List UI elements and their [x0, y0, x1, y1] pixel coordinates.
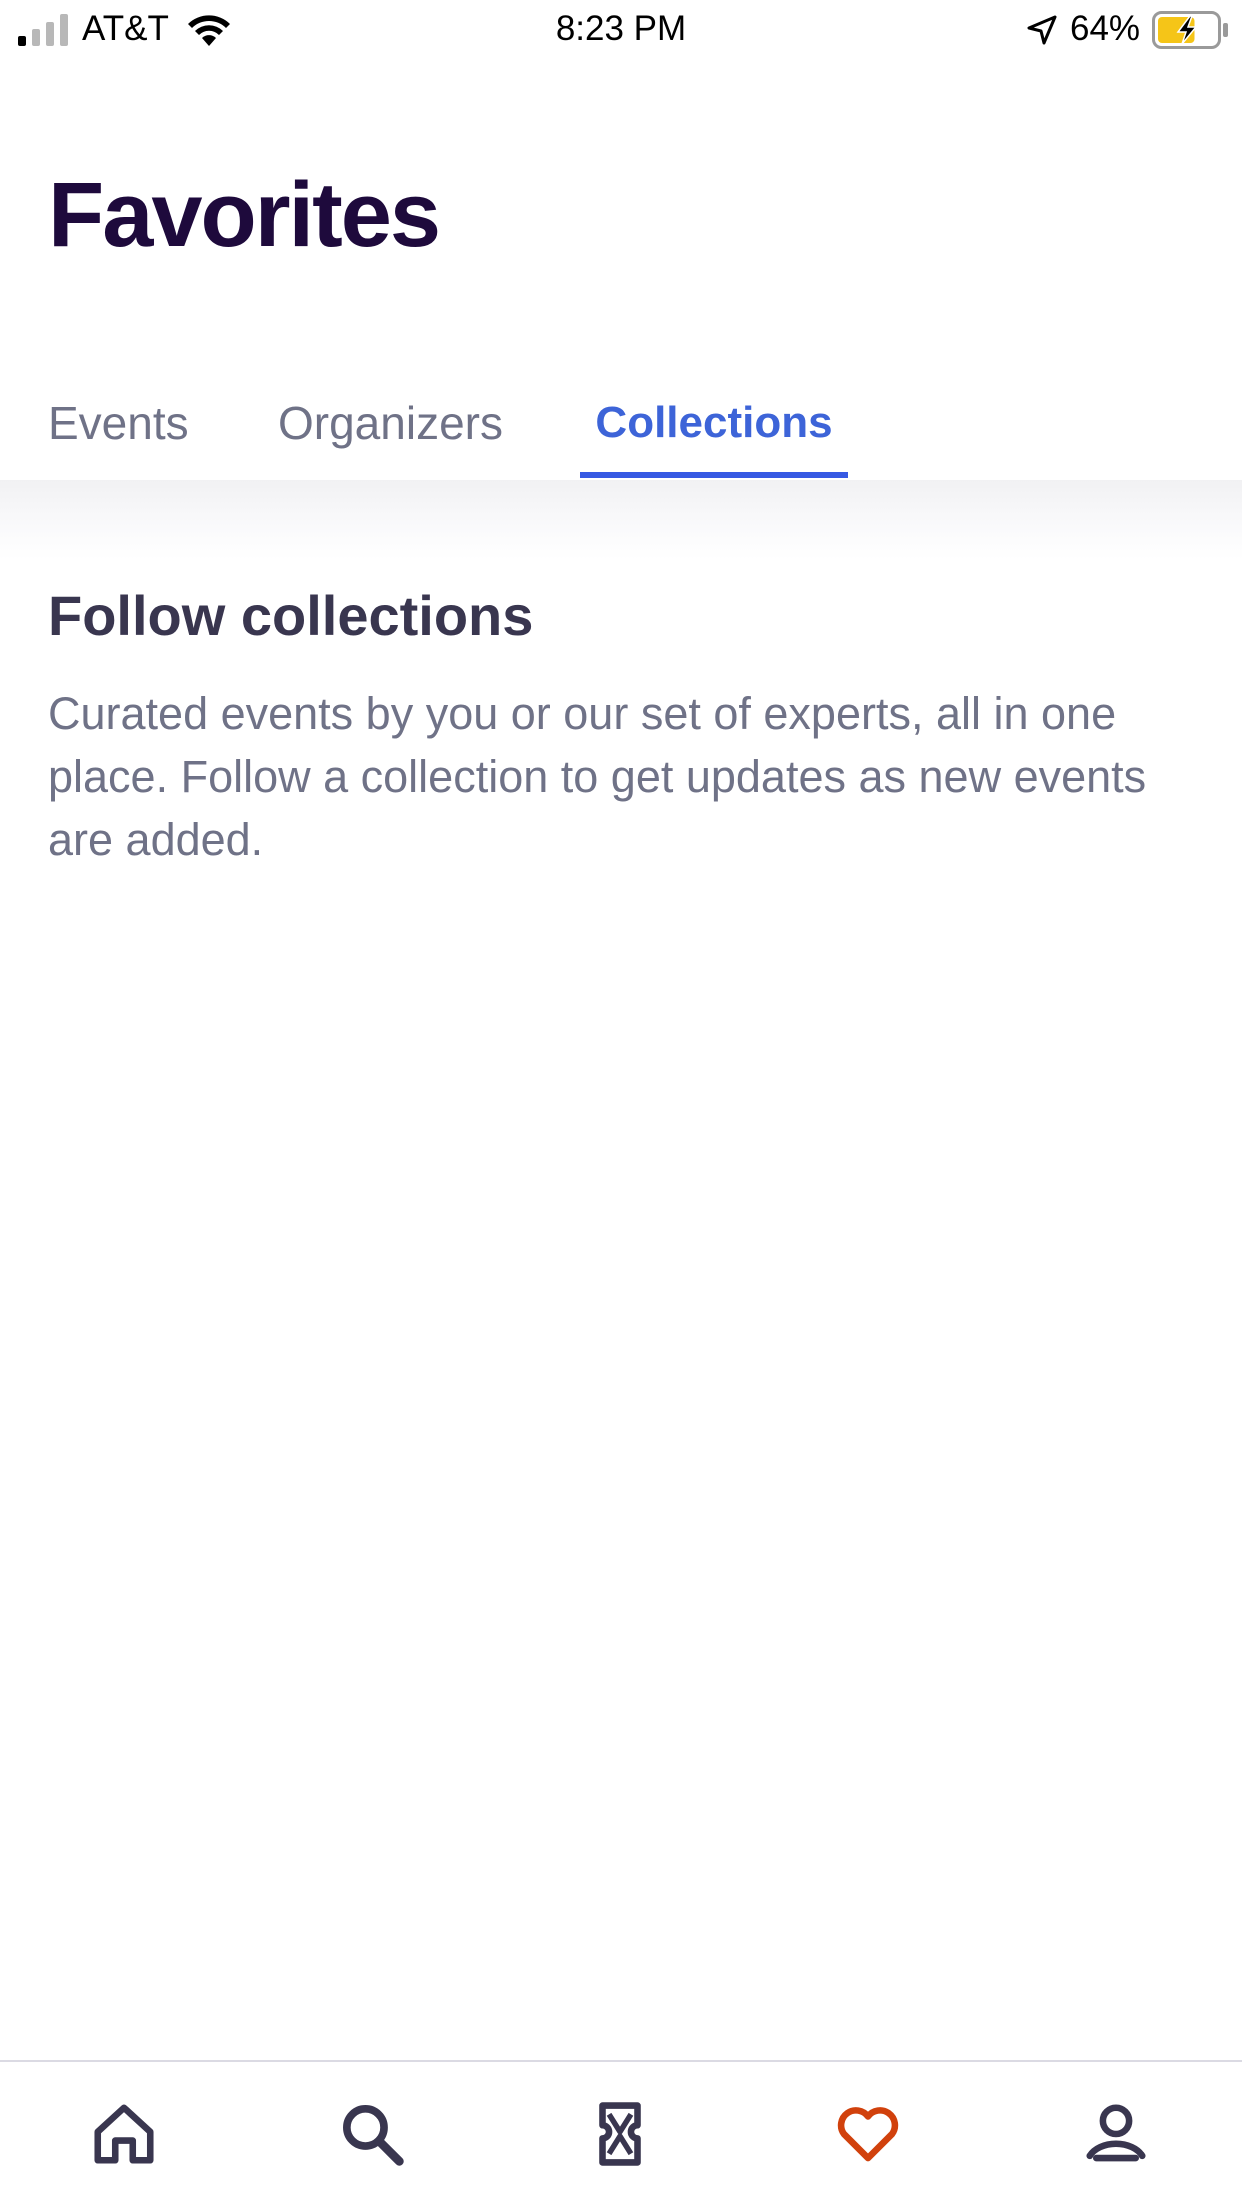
ticket-icon [599, 2102, 641, 2166]
section-description: Curated events by you or our set of expe… [48, 688, 1147, 865]
page-title: Favorites [48, 164, 441, 266]
nav-likes-button[interactable] [818, 2084, 918, 2184]
nav-home-button[interactable] [74, 2084, 174, 2184]
active-tab-indicator [580, 472, 848, 478]
status-bar: AT&T 8:23 PM 64% [0, 0, 1242, 60]
tab-events[interactable]: Events [48, 380, 189, 480]
location-arrow-icon [1027, 15, 1057, 45]
favorites-tabs: Events Organizers Collections [0, 380, 1242, 480]
bottom-nav-bar [0, 2060, 1242, 2210]
nav-profile-button[interactable] [1066, 2084, 1166, 2184]
tab-organizers[interactable]: Organizers [278, 380, 503, 480]
tab-bar-shadow [0, 480, 1242, 560]
search-icon [343, 2105, 404, 2166]
battery-charging-icon [1152, 11, 1228, 49]
heart-icon [837, 2107, 899, 2162]
battery-percent: 64% [1070, 9, 1141, 48]
home-icon [94, 2104, 154, 2164]
section-heading: Follow collections [48, 584, 534, 647]
profile-icon [1086, 2104, 1146, 2162]
nav-tickets-button[interactable] [570, 2084, 670, 2184]
tab-collections[interactable]: Collections [580, 380, 848, 480]
nav-search-button[interactable] [322, 2084, 422, 2184]
